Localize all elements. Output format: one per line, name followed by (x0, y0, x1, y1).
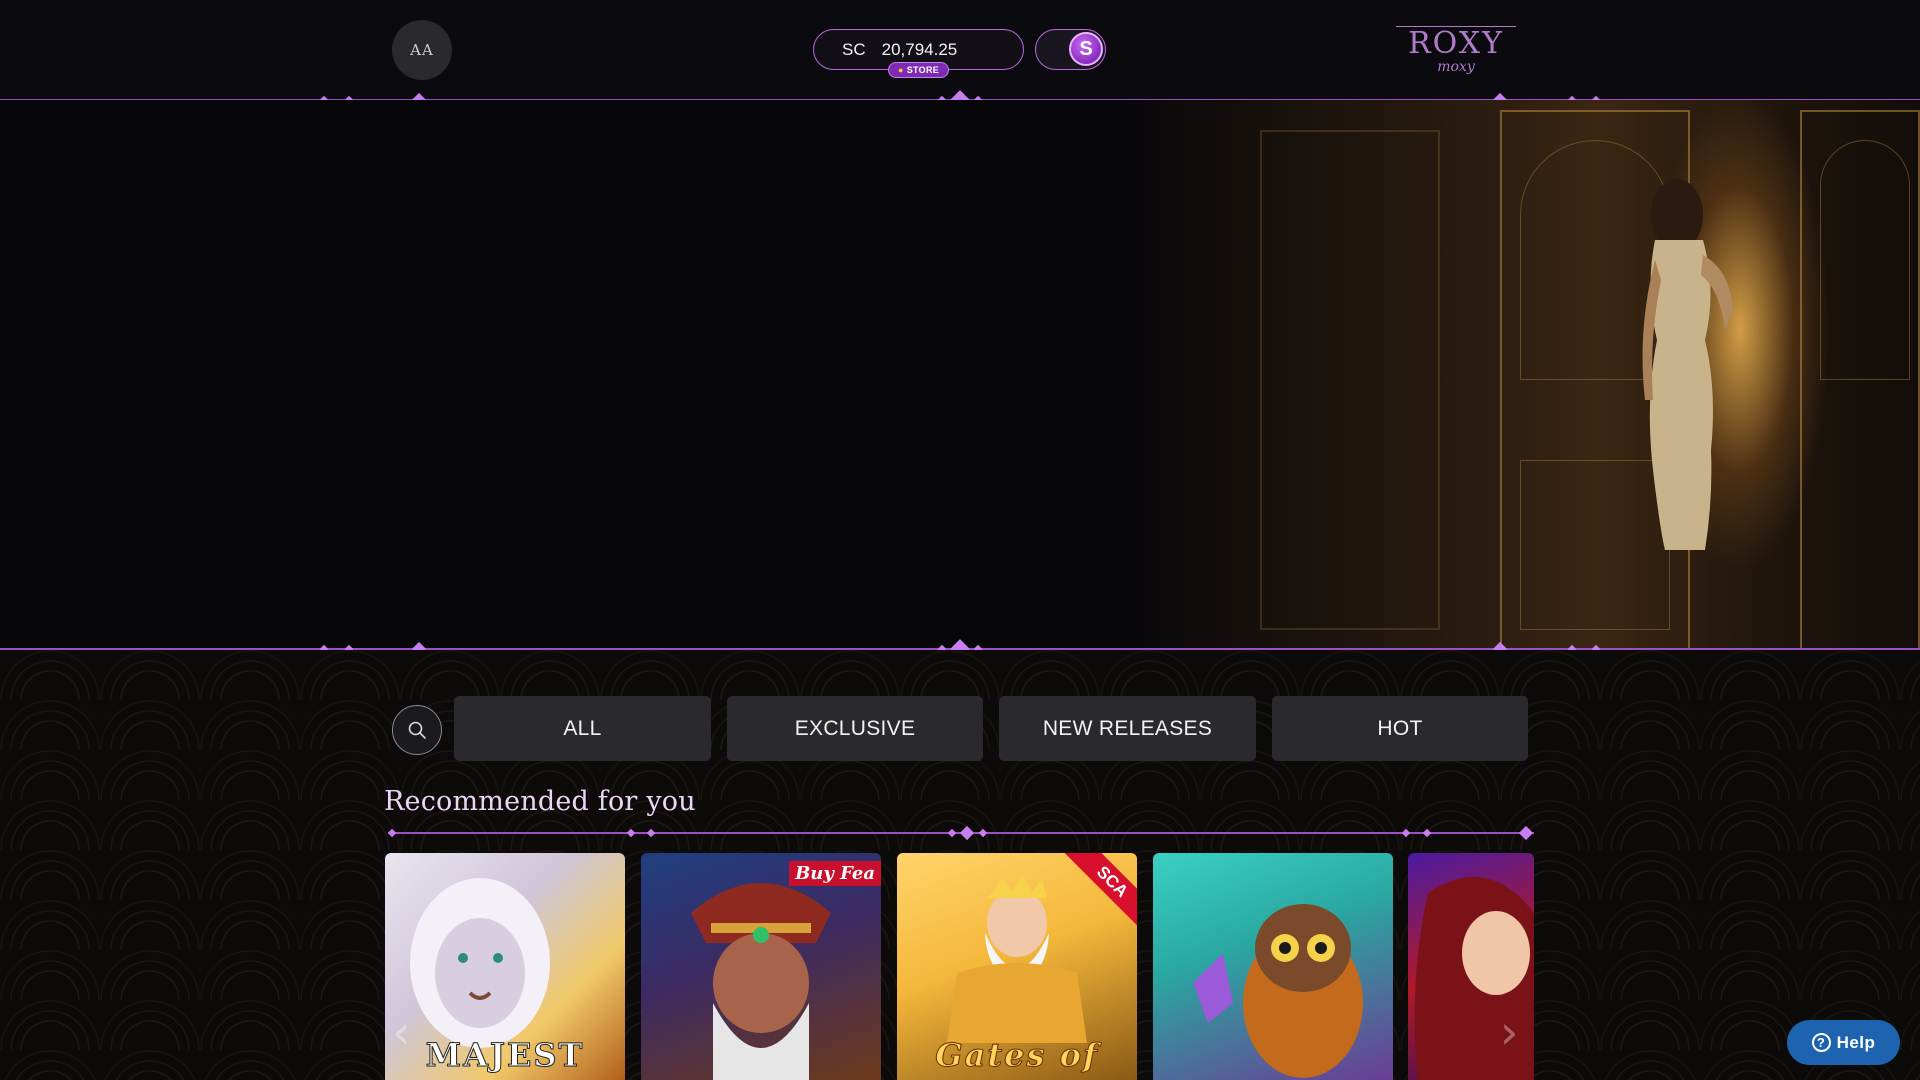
hero-artwork (1120, 100, 1920, 649)
user-avatar[interactable]: AA (392, 20, 452, 80)
game-artwork (691, 883, 831, 1080)
search-button[interactable] (392, 705, 442, 755)
game-tile[interactable]: MAJEST (385, 853, 625, 1080)
balance-amount: 20,794.25 (881, 39, 958, 59)
top-bar: AA SC 20,794.25 ● STORE S ROXY moxy (0, 0, 1920, 100)
help-icon: ? (1811, 1033, 1831, 1052)
door-far (1260, 130, 1440, 630)
game-title: Gates of (935, 1036, 1099, 1075)
sweeps-coin-icon: S (1069, 32, 1103, 66)
tab-new-releases[interactable]: NEW RELEASES (999, 696, 1256, 761)
search-icon (408, 721, 426, 739)
section-title-recommended: Recommended for you (384, 786, 696, 817)
currency-label: SC (842, 39, 866, 59)
store-button[interactable]: ● STORE (888, 62, 949, 78)
store-label: STORE (906, 65, 940, 75)
page: AA SC 20,794.25 ● STORE S ROXY moxy ALL … (0, 0, 1920, 1080)
game-badge: Buy Fea (789, 861, 881, 886)
carousel-next-arrow[interactable]: › (1500, 1005, 1518, 1059)
help-label: Help (1836, 1032, 1876, 1052)
logo-rule (1396, 26, 1516, 27)
tab-hot[interactable]: HOT (1272, 696, 1528, 761)
game-tile[interactable]: Buy Fea (641, 853, 881, 1080)
woman-figure-illustration (1642, 179, 1733, 550)
logo-sub-text: moxy (1437, 59, 1475, 75)
tab-all[interactable]: ALL (454, 696, 711, 761)
currency-toggle[interactable]: S (1035, 29, 1106, 70)
door-panel (1820, 140, 1910, 380)
game-artwork (1193, 904, 1363, 1078)
game-title: MAJEST (425, 1036, 585, 1075)
hero-banner[interactable] (0, 100, 1920, 649)
game-tile[interactable] (1153, 853, 1393, 1080)
tab-exclusive[interactable]: EXCLUSIVE (727, 696, 983, 761)
game-tile[interactable]: SCA Gates of (897, 853, 1137, 1080)
help-button[interactable]: ? Help (1787, 1020, 1900, 1065)
logo-main-text: ROXY (1408, 26, 1504, 61)
carousel-prev-arrow[interactable]: ‹ (392, 1005, 410, 1059)
coin-icon: ● (897, 65, 904, 75)
brand-logo[interactable]: ROXY moxy (1392, 20, 1520, 80)
